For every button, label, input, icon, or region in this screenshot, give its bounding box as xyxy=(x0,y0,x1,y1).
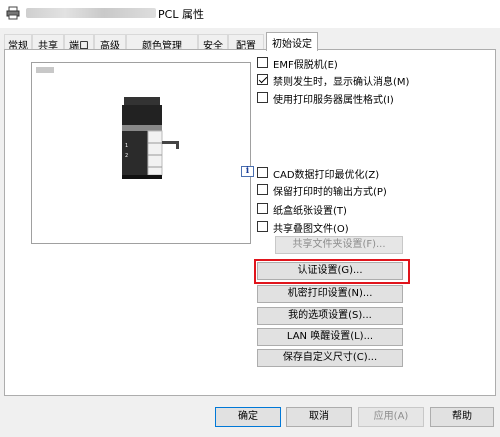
keep-output-label: 保留打印时的输出方式(P) xyxy=(273,187,387,198)
tab-color-management[interactable]: 颜色管理 xyxy=(126,34,198,52)
printer-icon xyxy=(6,6,20,20)
tab-sharing[interactable]: 共享 xyxy=(32,34,64,52)
share-overlay-checkbox[interactable] xyxy=(257,221,268,232)
tab-general[interactable]: 常规 xyxy=(4,34,32,52)
info-icon[interactable]: i xyxy=(241,166,254,177)
tab-configuration[interactable]: 配置 xyxy=(228,34,264,52)
my-options-settings-button[interactable]: 我的选项设置(S)... xyxy=(257,307,403,325)
apply-button[interactable]: 应用(A) xyxy=(358,407,424,427)
window-title: PCL 属性 xyxy=(158,8,204,21)
printer-image: 1 2 xyxy=(122,97,179,179)
save-custom-size-button[interactable]: 保存自定义尺寸(C)... xyxy=(257,349,403,367)
ban-warning-checkbox[interactable] xyxy=(257,74,268,85)
auth-settings-button[interactable]: 认证设置(G)... xyxy=(257,262,403,280)
cad-label: CAD数据打印最优化(Z) xyxy=(273,170,380,181)
tab-initial-settings[interactable]: 初始设定 xyxy=(266,32,318,51)
svg-text:1: 1 xyxy=(125,143,128,149)
settings-panel: 1 2 EMF假脱机(E) 禁则发生时，显示确认消息(M) 使用打印服务器属性格… xyxy=(4,49,496,396)
emf-checkbox[interactable] xyxy=(257,57,268,68)
tab-ports[interactable]: 端口 xyxy=(64,34,94,52)
title-bar: PCL 属性 xyxy=(0,0,500,28)
keep-output-checkbox[interactable] xyxy=(257,184,268,195)
share-folder-settings-button[interactable]: 共享文件夹设置(F)... xyxy=(275,236,403,254)
tab-advanced[interactable]: 高级 xyxy=(94,34,126,52)
ok-button[interactable]: 确定 xyxy=(215,407,281,427)
ban-warning-label: 禁则发生时，显示确认消息(M) xyxy=(273,77,410,88)
server-properties-checkbox[interactable] xyxy=(257,92,268,103)
tray-paper-label: 纸盒纸张设置(T) xyxy=(273,206,347,217)
cancel-button[interactable]: 取消 xyxy=(286,407,352,427)
emf-label: EMF假脱机(E) xyxy=(273,60,338,71)
lan-wake-settings-button[interactable]: LAN 唤醒设置(L)... xyxy=(257,328,403,346)
secure-print-settings-button[interactable]: 机密打印设置(N)... xyxy=(257,285,403,303)
help-button[interactable]: 帮助 xyxy=(430,407,494,427)
preview-label-redacted xyxy=(36,67,54,73)
svg-text:2: 2 xyxy=(125,153,128,159)
share-overlay-label: 共享叠图文件(O) xyxy=(273,224,349,235)
printer-name-redacted xyxy=(26,8,156,18)
cad-checkbox[interactable] xyxy=(257,167,268,178)
tray-paper-checkbox[interactable] xyxy=(257,203,268,214)
server-properties-label: 使用打印服务器属性格式(I) xyxy=(273,95,394,106)
tab-security[interactable]: 安全 xyxy=(198,34,228,52)
printer-preview: 1 2 xyxy=(31,62,251,244)
